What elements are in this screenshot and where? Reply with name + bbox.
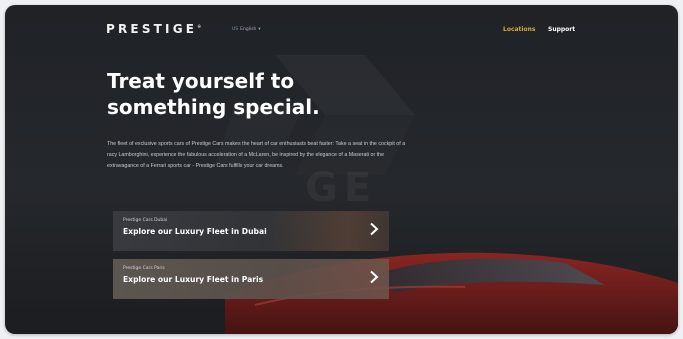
- nav-support-link[interactable]: Support: [548, 26, 575, 33]
- browser-viewport: GE PRESTIGE® US English ▾ Locations Suppor…: [5, 5, 678, 334]
- chevron-right-icon: [370, 270, 379, 284]
- card-title: Explore our Luxury Fleet in Paris: [123, 275, 264, 284]
- paris-fleet-card[interactable]: Prestige Cars Paris Explore our Luxury F…: [113, 259, 389, 299]
- language-selector[interactable]: US English ▾: [232, 27, 261, 32]
- card-title: Explore our Luxury Fleet in Dubai: [123, 227, 267, 236]
- hero-intro-text: The fleet of exclusive sports cars of Pr…: [107, 141, 406, 169]
- card-subtitle: Prestige Cars Paris: [123, 266, 165, 271]
- nav-locations-link[interactable]: Locations: [503, 26, 535, 33]
- card-subtitle: Prestige Cars Dubai: [123, 218, 168, 223]
- chevron-right-icon: [370, 222, 379, 236]
- background-watermark: GE: [305, 165, 378, 211]
- dubai-fleet-card[interactable]: Prestige Cars Dubai Explore our Luxury F…: [113, 211, 389, 251]
- language-label: English: [240, 27, 257, 32]
- prestige-logo[interactable]: PRESTIGE®: [106, 22, 201, 36]
- site-header: PRESTIGE® US English ▾ Locations Support: [5, 5, 678, 55]
- us-flag-icon: US: [232, 27, 239, 32]
- hero-headline: Treat yourself to something special.: [107, 69, 320, 119]
- chevron-down-icon: ▾: [258, 27, 261, 32]
